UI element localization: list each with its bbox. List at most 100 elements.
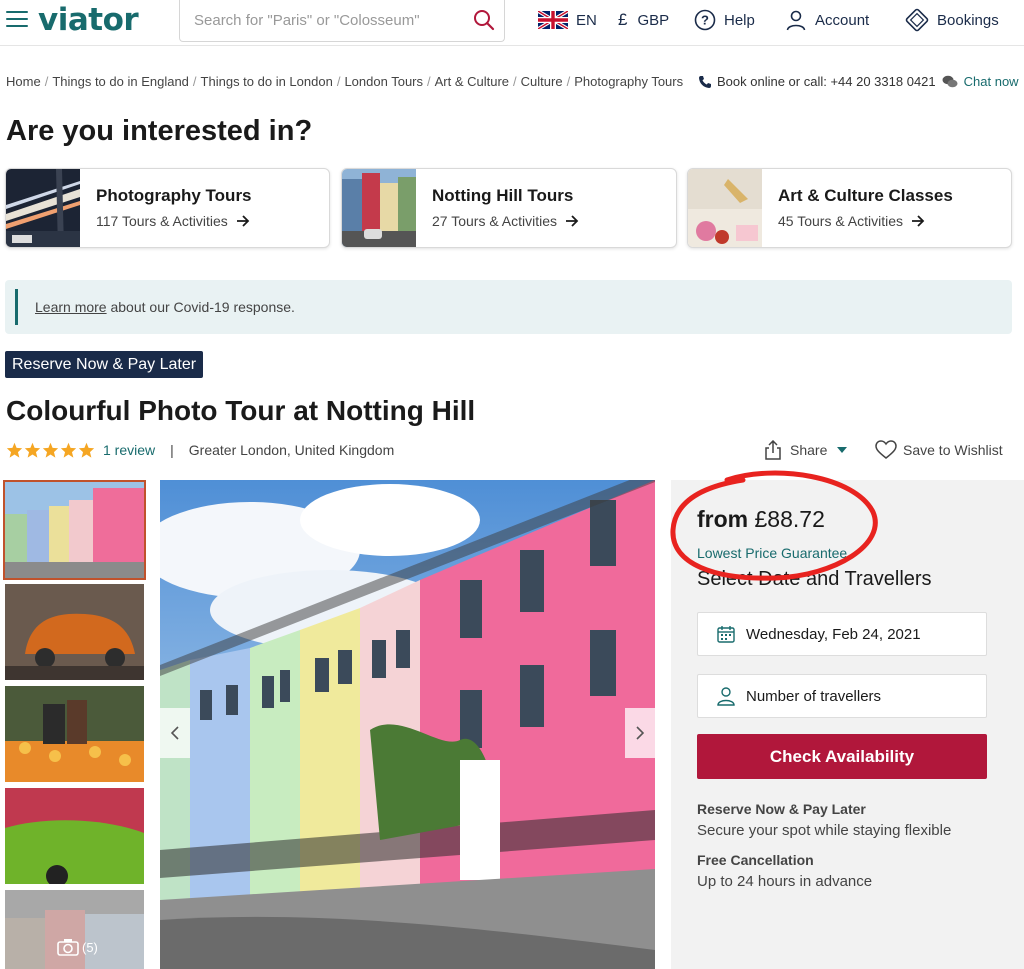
- camera-icon: [57, 939, 79, 956]
- breadcrumb-london[interactable]: Things to do in London: [201, 74, 333, 89]
- gallery-prev-button[interactable]: [160, 708, 190, 758]
- lowest-price-guarantee-link[interactable]: Lowest Price Guarantee: [697, 545, 847, 561]
- hamburger-menu-icon[interactable]: [6, 11, 28, 29]
- search-icon[interactable]: [472, 8, 496, 32]
- arrow-right-icon: [236, 215, 250, 227]
- phone-text: Book online or call: +44 20 3318 0421: [717, 74, 936, 89]
- covid-text: Learn more about our Covid-19 response.: [35, 299, 295, 315]
- orange-car-thumbnail-image: [5, 584, 144, 680]
- help-link[interactable]: ? Help: [694, 8, 755, 32]
- covid-notice: Learn more about our Covid-19 response.: [5, 280, 1012, 334]
- date-picker[interactable]: Wednesday, Feb 24, 2021: [697, 612, 987, 656]
- language-label: EN: [576, 11, 597, 29]
- cancellation-subtitle: Up to 24 hours in advance: [697, 873, 873, 890]
- tour-title: Colourful Photo Tour at Notting Hill: [6, 395, 476, 426]
- breadcrumb-culture[interactable]: Culture: [521, 74, 563, 89]
- category-card-notting-hill[interactable]: Notting Hill Tours 27 Tours & Activities: [341, 168, 677, 248]
- search-box: [179, 0, 505, 42]
- main-tour-photo[interactable]: [160, 480, 655, 969]
- category-count: 45 Tours & Activities: [778, 213, 925, 229]
- selected-date: Wednesday, Feb 24, 2021: [746, 625, 921, 643]
- bookings-link[interactable]: Bookings: [905, 8, 999, 32]
- check-availability-button[interactable]: Check Availability: [697, 734, 987, 779]
- gallery-thumbnail[interactable]: [5, 584, 144, 680]
- breadcrumb-art-culture[interactable]: Art & Culture: [435, 74, 509, 89]
- gallery-thumbnail[interactable]: [5, 788, 144, 884]
- chat-now-link[interactable]: Chat now: [964, 74, 1019, 89]
- traveller-icon: [717, 687, 735, 706]
- bookings-label: Bookings: [937, 11, 999, 29]
- learn-more-link[interactable]: Learn more: [35, 299, 107, 315]
- travellers-label: Number of travellers: [746, 687, 882, 705]
- flowers-photographers-thumbnail-image: [5, 686, 144, 782]
- category-count: 117 Tours & Activities: [96, 213, 250, 229]
- top-header: viator EN £ GBP ? Help Account Bookings: [0, 0, 1024, 46]
- share-button[interactable]: Share: [764, 440, 848, 460]
- category-title: Notting Hill Tours: [432, 186, 574, 205]
- star-rating: [6, 442, 96, 458]
- arrow-right-icon: [912, 215, 925, 227]
- breadcrumb-photography-tours[interactable]: Photography Tours: [574, 74, 683, 89]
- review-count-link[interactable]: 1 review: [103, 442, 155, 458]
- reserve-now-badge: Reserve Now & Pay Later: [5, 351, 204, 378]
- star-icon: [78, 442, 95, 458]
- pound-icon: £: [618, 10, 628, 29]
- star-icon: [6, 442, 23, 458]
- divider: |: [170, 442, 174, 458]
- star-icon: [60, 442, 77, 458]
- currency-selector[interactable]: £ GBP: [618, 8, 669, 32]
- category-title: Photography Tours: [96, 186, 252, 205]
- select-date-heading: Select Date and Travellers: [697, 568, 932, 590]
- street-thumbnail-image: [5, 890, 144, 969]
- currency-label: GBP: [637, 11, 670, 29]
- breadcrumb: Home / Things to do in England / Things to d…: [6, 74, 684, 89]
- category-count: 27 Tours & Activities: [432, 213, 579, 229]
- gallery-thumbnail[interactable]: [5, 686, 144, 782]
- help-label: Help: [724, 11, 755, 29]
- interest-heading: Are you interested in?: [6, 115, 313, 147]
- notting-hill-houses-image: [160, 480, 655, 969]
- chevron-right-icon: [636, 726, 644, 740]
- star-icon: [24, 442, 41, 458]
- account-link[interactable]: Account: [785, 8, 869, 32]
- svg-text:?: ?: [701, 13, 709, 28]
- rating-row: 1 review | Greater London, United Kingdo…: [6, 440, 394, 460]
- help-icon: ?: [694, 9, 716, 31]
- viator-logo[interactable]: viator: [38, 2, 139, 38]
- gallery-next-button[interactable]: [625, 708, 655, 758]
- phone-icon: [699, 75, 711, 88]
- tour-location: Greater London, United Kingdom: [188, 442, 395, 458]
- houses-thumbnail-image: [5, 482, 144, 578]
- category-title: Art & Culture Classes: [778, 186, 953, 205]
- breadcrumb-home[interactable]: Home: [6, 74, 41, 89]
- star-icon: [42, 442, 59, 458]
- chat-icon: [942, 75, 958, 87]
- reserve-info-subtitle: Secure your spot while staying flexible: [697, 822, 952, 839]
- gallery-thumbnail[interactable]: [3, 480, 146, 580]
- calendar-icon: [717, 626, 735, 643]
- breadcrumb-england[interactable]: Things to do in England: [52, 74, 189, 89]
- language-selector[interactable]: EN: [538, 8, 597, 32]
- search-input[interactable]: [194, 8, 454, 32]
- share-label: Share: [790, 442, 828, 458]
- photography-tours-thumbnail: [6, 169, 80, 247]
- green-car-thumbnail-image: [5, 788, 144, 884]
- breadcrumb-london-tours[interactable]: London Tours: [344, 74, 423, 89]
- chevron-left-icon: [171, 726, 179, 740]
- category-card-photography[interactable]: Photography Tours 117 Tours & Activities: [5, 168, 330, 248]
- reserve-info-title: Reserve Now & Pay Later: [697, 801, 866, 817]
- travellers-picker[interactable]: Number of travellers: [697, 674, 987, 718]
- covid-accent-bar: [15, 289, 18, 325]
- gallery-more-thumbnail[interactable]: (5): [5, 890, 144, 969]
- account-label: Account: [815, 11, 870, 29]
- heart-icon: [875, 440, 897, 459]
- art-culture-thumbnail: [688, 169, 762, 247]
- user-icon: [786, 10, 806, 31]
- save-to-wishlist-button[interactable]: Save to Wishlist: [875, 440, 1003, 460]
- category-card-art-culture[interactable]: Art & Culture Classes 45 Tours & Activit…: [687, 168, 1012, 248]
- more-photos-count: (5): [57, 938, 98, 956]
- share-icon: [765, 440, 781, 460]
- ticket-icon: [905, 8, 929, 32]
- price-value: £88.72: [754, 506, 825, 532]
- contact-info: Book online or call: +44 20 3318 0421 Ch…: [698, 74, 1019, 89]
